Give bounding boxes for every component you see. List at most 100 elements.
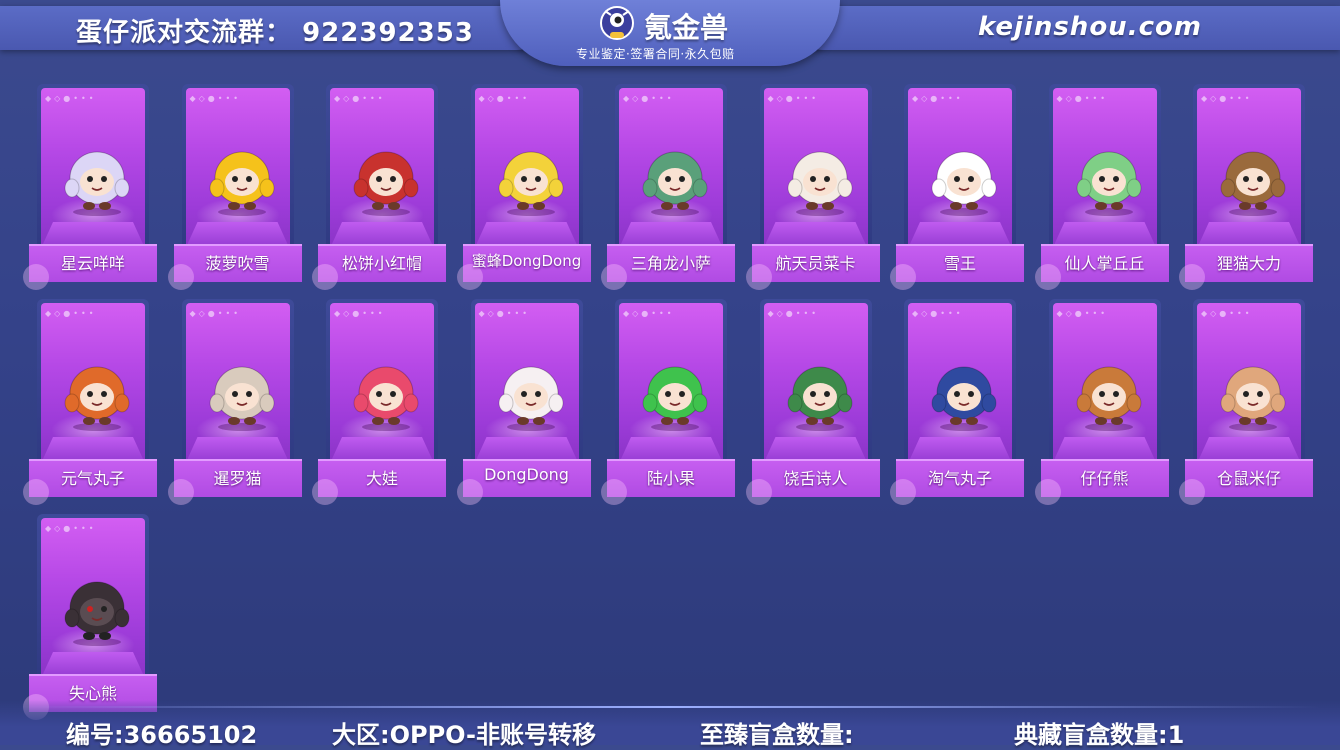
skin-card[interactable]: ◆◇●••• DongDong — [456, 297, 591, 505]
panel-dots: ◆◇●••• — [189, 309, 241, 318]
skin-card[interactable]: ◆◇●••• 狸猫大力 — [1179, 82, 1313, 290]
panel-dots: ◆◇●••• — [478, 309, 530, 318]
skin-name: 蜜蜂DongDong — [471, 252, 582, 270]
pedestal — [187, 222, 288, 244]
skin-card[interactable]: ◆◇●••• 松饼小红帽 — [312, 82, 446, 290]
skin-name: 暹罗猫 — [213, 469, 262, 488]
panel-dots: ◆◇●••• — [45, 94, 97, 103]
pedestal — [332, 222, 432, 244]
pedestal — [765, 222, 866, 244]
pedestal — [910, 222, 1010, 244]
skin-card[interactable]: ◆◇●••• 三角龙小萨 — [601, 82, 735, 290]
skin-name: 松饼小红帽 — [341, 254, 422, 273]
pedestal — [765, 437, 866, 459]
panel-dots: ◆◇●••• — [912, 94, 964, 103]
footer-divider — [20, 706, 1320, 708]
panel-dots: ◆◇●••• — [478, 94, 530, 103]
calabash-boy-figure — [353, 366, 419, 431]
siamese-cat-figure — [209, 366, 274, 431]
skin-name: 仔仔熊 — [1080, 469, 1129, 488]
cloud-sheep-figure — [64, 151, 130, 216]
skin-name: 饶舌诗人 — [783, 469, 848, 488]
snow-king-figure — [931, 151, 997, 216]
raccoon-figure — [1220, 151, 1286, 216]
astronaut-cat-figure — [787, 151, 852, 216]
skin-name: 仙人掌丘丘 — [1064, 254, 1145, 273]
pedestal — [910, 437, 1010, 459]
dragon-figure — [642, 151, 708, 216]
pedestal — [43, 437, 143, 459]
skin-name: 大娃 — [365, 469, 398, 488]
teddy-bear-figure — [1076, 366, 1141, 431]
skin-card[interactable]: ◆◇●••• 航天员菜卡 — [745, 82, 880, 290]
skin-card[interactable]: ◆◇●••• 大娃 — [312, 297, 446, 505]
skin-card[interactable]: ◆◇●••• 陆小果 — [601, 297, 735, 505]
panel-dots: ◆◇●••• — [189, 94, 241, 103]
skin-name: 狸猫大力 — [1216, 254, 1281, 273]
skin-card[interactable]: ◆◇●••• 菠萝吹雪 — [167, 82, 302, 290]
green-fruit-figure — [642, 366, 708, 431]
skin-name: 雪王 — [943, 254, 976, 273]
skin-name: DongDong — [484, 465, 569, 484]
hamster-figure — [1220, 366, 1286, 431]
panel-dots: ◆◇●••• — [45, 309, 97, 318]
skin-name: 星云咩咩 — [60, 254, 125, 273]
pedestal — [621, 437, 721, 459]
panel-dots: ◆◇●••• — [623, 94, 675, 103]
schoolgirl-figure — [931, 366, 997, 431]
header-bar: 蛋仔派对交流群： 922392353 氪金兽 专业鉴定·签署合同·永久包赔 ke… — [0, 0, 1340, 66]
skin-card[interactable]: ◆◇●••• 仓鼠米仔 — [1179, 297, 1313, 505]
skin-card[interactable]: ◆◇●••• 仔仔熊 — [1034, 297, 1169, 505]
skin-card[interactable]: ◆◇●••• 暹罗猫 — [167, 297, 302, 505]
skin-name: 菠萝吹雪 — [205, 254, 270, 273]
girl-figure — [64, 366, 130, 431]
panel-dots: ◆◇●••• — [1201, 309, 1253, 318]
cactus-figure — [1076, 151, 1141, 216]
skin-name: 仓鼠米仔 — [1216, 469, 1281, 488]
skin-name: 航天员菜卡 — [775, 254, 856, 273]
pedestal — [187, 437, 288, 459]
skin-name: 陆小果 — [646, 469, 695, 488]
dark-bear-figure — [64, 581, 130, 646]
rapper-figure — [787, 366, 852, 431]
group-label: 蛋仔派对交流群： — [76, 18, 293, 48]
site-url: kejinshou.com — [978, 12, 1202, 42]
skin-card[interactable]: ◆◇●••• 元气丸子 — [23, 297, 157, 505]
panel-dots: ◆◇●••• — [912, 309, 964, 318]
panel-dots: ◆◇●••• — [1056, 94, 1108, 103]
bee-figure — [498, 151, 563, 216]
pedestal — [1054, 437, 1155, 459]
skin-card[interactable]: ◆◇●••• 仙人掌丘丘 — [1034, 82, 1169, 290]
skin-name: 三角龙小萨 — [630, 254, 711, 273]
sheep-figure — [498, 366, 563, 431]
pineapple-figure — [209, 151, 274, 216]
panel-dots: ◆◇●••• — [767, 309, 819, 318]
panel-dots: ◆◇●••• — [1201, 94, 1253, 103]
panel-dots: ◆◇●••• — [45, 524, 97, 533]
pedestal — [1199, 437, 1299, 459]
skin-name: 淘气丸子 — [927, 469, 992, 488]
panel-dots: ◆◇●••• — [334, 94, 386, 103]
group-info: 蛋仔派对交流群： 922392353 — [76, 12, 474, 49]
skin-card[interactable]: ◆◇●••• 星云咩咩 — [23, 82, 157, 290]
skin-card[interactable]: ◆◇●••• 淘气丸子 — [890, 297, 1024, 505]
pedestal — [43, 222, 143, 244]
pedestal — [43, 652, 143, 674]
skin-card[interactable]: ◆◇●••• 失心熊 — [23, 512, 157, 720]
pedestal — [476, 437, 577, 459]
skin-card[interactable]: ◆◇●••• 雪王 — [890, 82, 1024, 290]
pedestal — [621, 222, 721, 244]
logo-icon — [600, 6, 634, 40]
skin-card[interactable]: ◆◇●••• 饶舌诗人 — [745, 297, 880, 505]
pedestal — [1199, 222, 1299, 244]
group-number: 922392353 — [302, 18, 474, 48]
pedestal — [476, 222, 577, 244]
skin-name: 元气丸子 — [60, 469, 125, 488]
pedestal — [332, 437, 432, 459]
panel-dots: ◆◇●••• — [334, 309, 386, 318]
pedestal — [1054, 222, 1155, 244]
logo-text: 氪金兽 — [644, 11, 729, 44]
panel-dots: ◆◇●••• — [1056, 309, 1108, 318]
skin-card[interactable]: ◆◇●••• 蜜蜂DongDong — [456, 82, 591, 290]
panel-dots: ◆◇●••• — [623, 309, 675, 318]
